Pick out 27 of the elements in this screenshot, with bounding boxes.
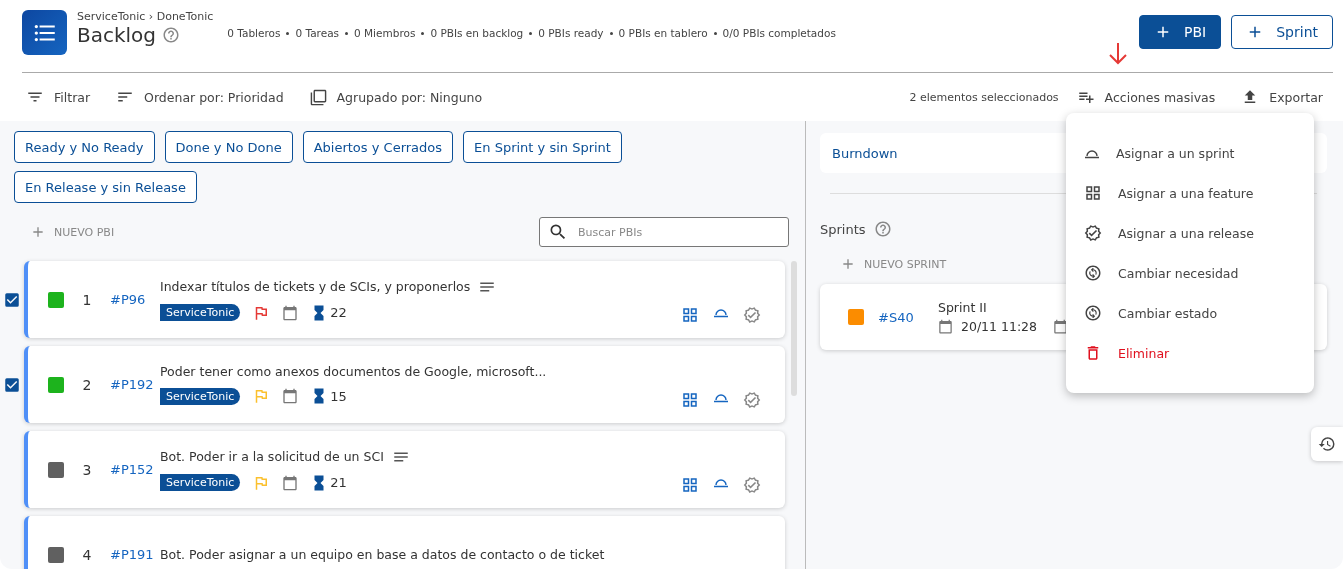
stat-text: 0 Tableros (227, 27, 281, 39)
pbi-title: Indexar títulos de tickets y de SCIs, y proponerlos (160, 279, 471, 294)
estimate: 15 (330, 388, 347, 404)
stat-text: 0 Miembros (354, 27, 416, 39)
project-tag: ServiceTonic (160, 387, 241, 405)
pbi-title: Bot. Poder ir a la solicitud de un SCI (160, 449, 384, 464)
pbi-title: Poder tener como anexos documentos de Google, microsoft... (160, 364, 547, 379)
page-title: Backlog (77, 23, 157, 47)
pbi-number: 1 (81, 291, 93, 308)
stat-text: 0 PBIs ready (538, 27, 604, 39)
stat-text: 0/0 PBIs completados (722, 27, 836, 39)
sprint-name: Sprint II (938, 300, 988, 315)
pbi-title: Bot. Poder asignar a un equipo en base a datos de contacto o de ticket (160, 547, 605, 562)
sprints-heading: Sprints (820, 221, 866, 237)
sprint-date: 20/11 11:28 (961, 319, 1038, 334)
project-tag: ServiceTonic (160, 474, 241, 491)
project-tag: ServiceTonic (160, 304, 241, 321)
pbi-number: 4 (81, 546, 93, 563)
stat-text: 0 PBIs en tablero (618, 27, 708, 39)
pbi-number: 3 (81, 461, 93, 478)
pbi-number: 2 (81, 376, 93, 393)
estimate: 22 (330, 305, 347, 320)
stat-text: 0 PBIs en backlog (430, 27, 524, 39)
selection-count: 2 elementos seleccionados (909, 90, 1059, 104)
estimate: 21 (330, 475, 347, 490)
stat-text: 0 Tareas (295, 27, 340, 39)
breadcrumb: ServiceTonic › DoneTonic (77, 10, 214, 23)
